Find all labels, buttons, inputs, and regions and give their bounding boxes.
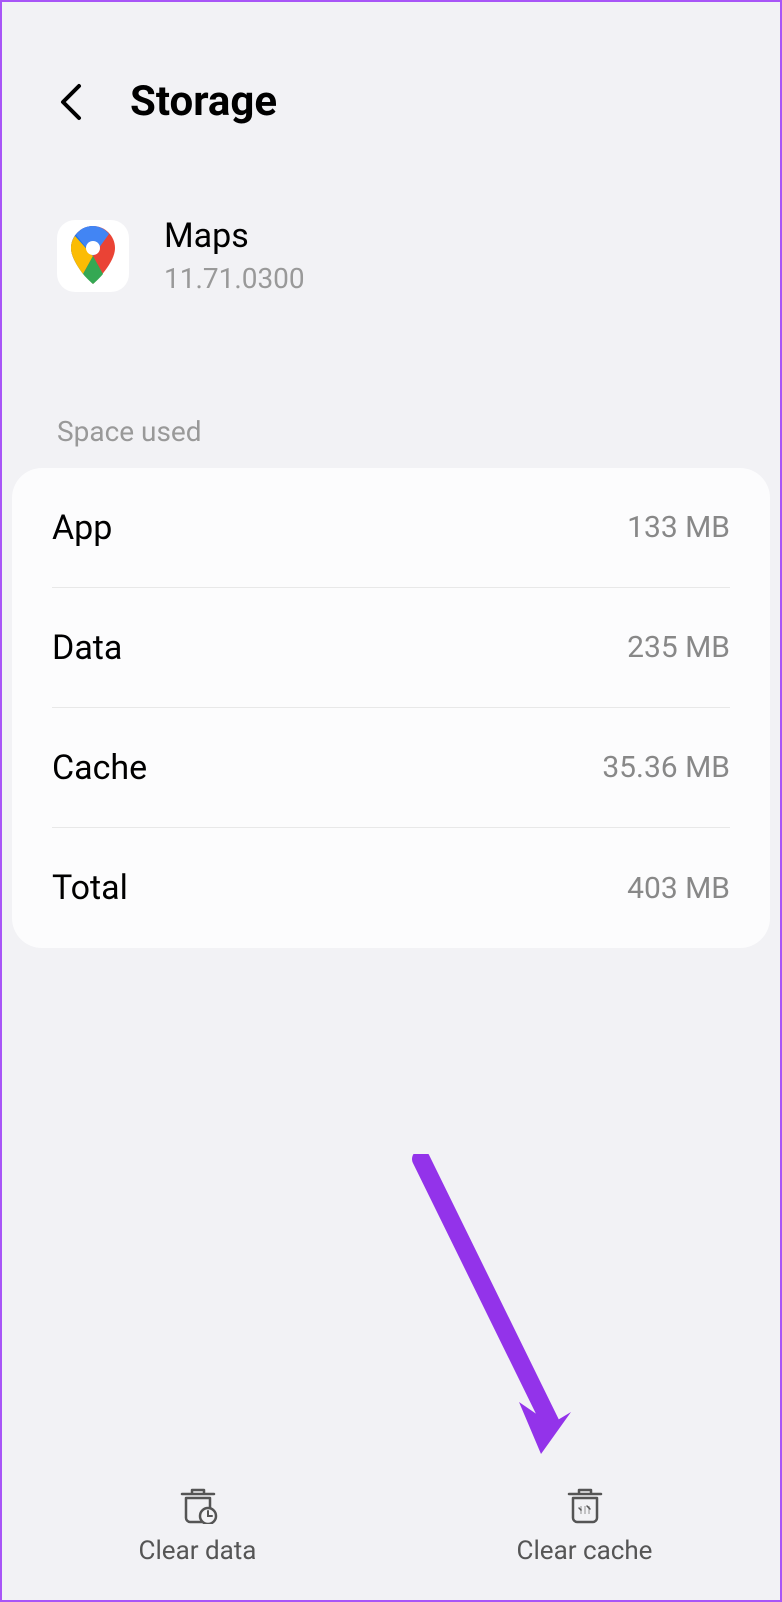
button-label: Clear cache — [517, 1536, 653, 1566]
row-total: Total 403 MB — [52, 828, 730, 948]
app-icon — [57, 220, 129, 292]
clear-data-button[interactable]: Clear data — [4, 1450, 391, 1600]
trash-data-icon — [178, 1484, 218, 1524]
section-label: Space used — [2, 295, 780, 468]
row-cache: Cache 35.36 MB — [52, 708, 730, 828]
trash-cache-icon — [565, 1484, 605, 1524]
row-label: Data — [52, 628, 122, 668]
app-version: 11.71.0300 — [164, 262, 305, 295]
app-name: Maps — [164, 216, 305, 256]
row-label: Total — [52, 868, 128, 908]
arrow-annotation — [401, 1154, 601, 1474]
row-value: 133 MB — [627, 510, 730, 545]
bottom-bar: Clear data Clear cache — [4, 1450, 778, 1600]
clear-cache-button[interactable]: Clear cache — [391, 1450, 778, 1600]
row-app: App 133 MB — [52, 468, 730, 588]
app-info: Maps 11.71.0300 — [2, 126, 780, 295]
maps-icon — [71, 226, 115, 286]
row-label: Cache — [52, 748, 147, 788]
row-data: Data 235 MB — [52, 588, 730, 708]
row-value: 403 MB — [627, 871, 730, 906]
header: Storage — [2, 2, 780, 126]
row-value: 35.36 MB — [602, 750, 730, 785]
app-details: Maps 11.71.0300 — [164, 216, 305, 295]
row-label: App — [52, 508, 112, 548]
space-used-card: App 133 MB Data 235 MB Cache 35.36 MB To… — [12, 468, 770, 948]
button-label: Clear data — [139, 1536, 257, 1566]
back-icon[interactable] — [57, 82, 85, 122]
row-value: 235 MB — [627, 630, 730, 665]
page-title: Storage — [130, 77, 277, 126]
